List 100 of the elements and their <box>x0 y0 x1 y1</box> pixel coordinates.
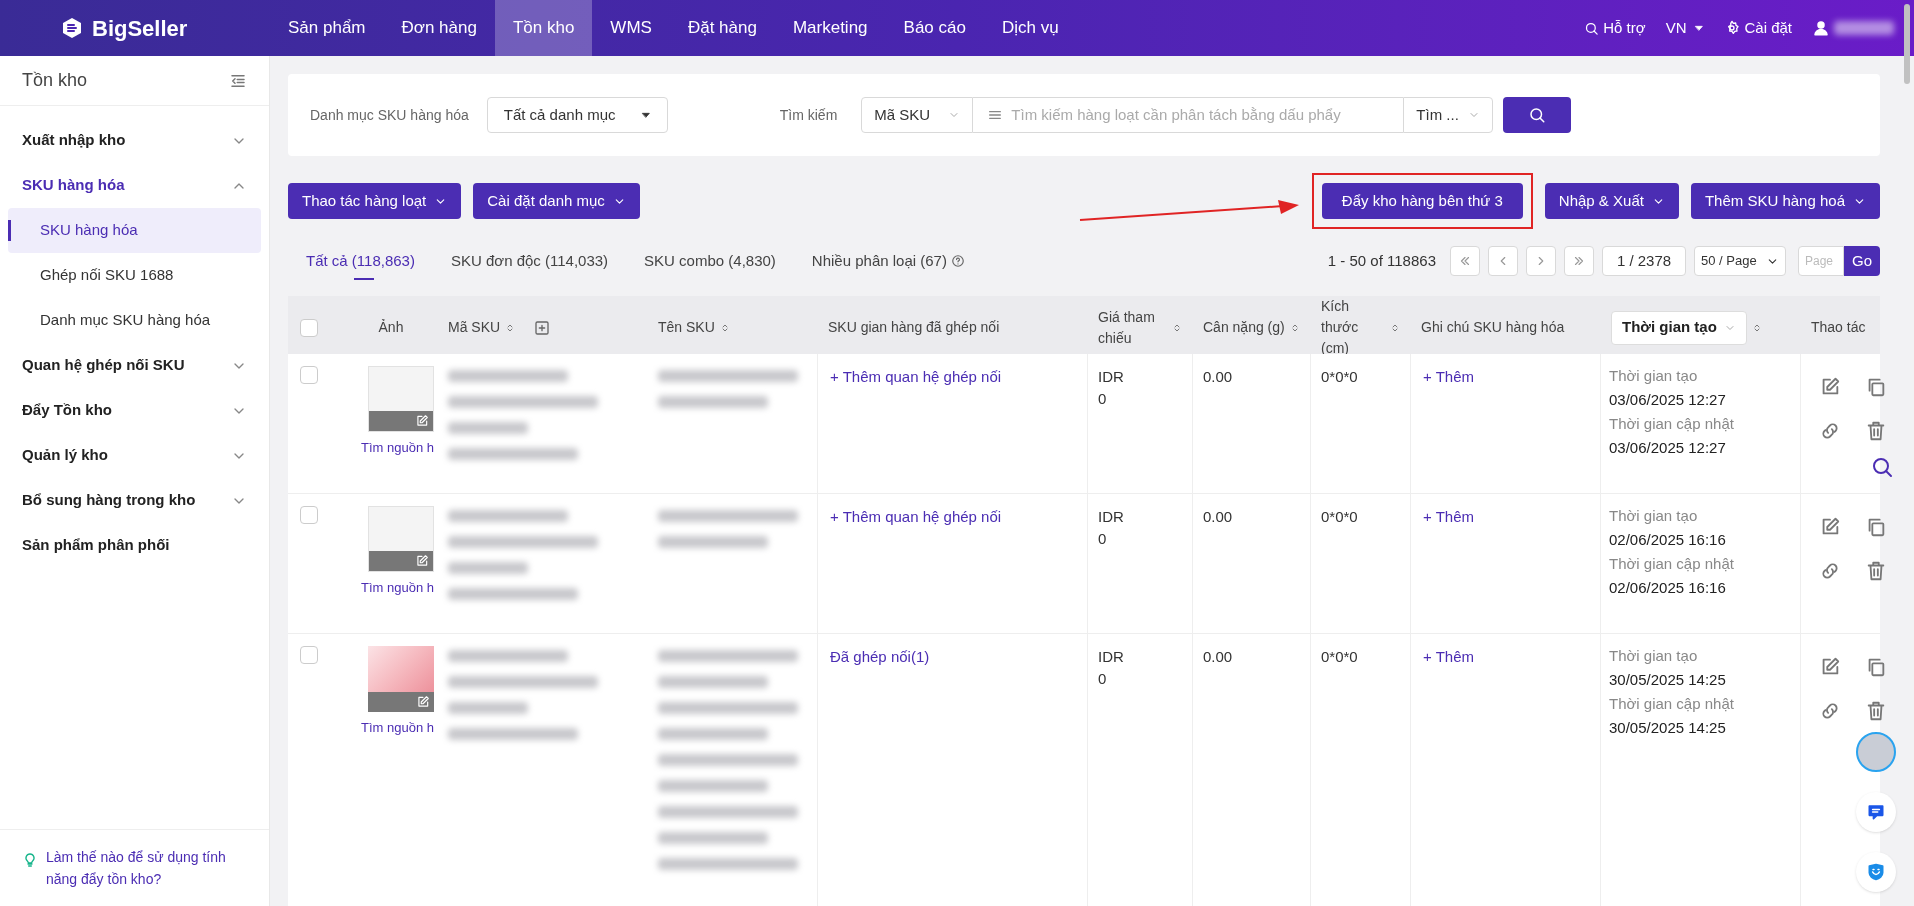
support-button[interactable]: Hỗ trợ <box>1584 16 1646 40</box>
chat-button[interactable] <box>1856 792 1896 832</box>
delete-icon[interactable] <box>1865 560 1887 582</box>
filter-tab[interactable]: SKU combo (4,830) <box>626 234 794 288</box>
delete-icon[interactable] <box>1865 420 1887 442</box>
user-icon[interactable] <box>1812 19 1830 37</box>
weight-text: 0.00 <box>1203 508 1233 525</box>
add-note-link[interactable]: + Thêm <box>1423 648 1474 665</box>
edit-icon <box>416 695 430 709</box>
timestamp: 02/06/2025 16:16 <box>1609 530 1727 550</box>
find-source-link[interactable]: Tìm nguồn h <box>361 718 434 738</box>
find-source-link[interactable]: Tìm nguồn h <box>361 578 434 598</box>
edit-image-bar[interactable] <box>369 411 433 431</box>
timestamp: 30/05/2025 14:25 <box>1609 718 1727 738</box>
pairing-link[interactable]: + Thêm quan hệ ghép nối <box>830 508 1002 525</box>
add-note-link[interactable]: + Thêm <box>1423 508 1474 525</box>
add-column-icon[interactable] <box>534 319 551 336</box>
first-page-button[interactable] <box>1450 246 1480 276</box>
checkbox[interactable] <box>300 506 318 524</box>
caret-icon <box>640 110 651 120</box>
time-label: Thời gian cập nhật <box>1609 554 1735 574</box>
time-label: Thời gian cập nhật <box>1609 414 1735 434</box>
sidebar-group[interactable]: Đẩy Tồn kho <box>8 388 261 433</box>
action-button[interactable]: Cài đặt danh mục <box>473 183 640 219</box>
price-text: 0 <box>1098 669 1108 689</box>
time-label: Thời gian tạo <box>1609 366 1699 386</box>
search-mode-dropdown[interactable]: Tìm ... <box>1403 97 1494 133</box>
checkbox[interactable] <box>300 646 318 664</box>
category-dropdown[interactable]: Tất cả danh mục <box>486 97 668 133</box>
column-header: Cân nặng (g) <box>1203 318 1285 337</box>
action-button[interactable]: Thêm SKU hàng hoá <box>1690 183 1880 219</box>
last-page-icon <box>1572 254 1586 268</box>
page-size-dropdown[interactable]: 50 / Page <box>1694 246 1786 276</box>
time-label: Thời gian cập nhật <box>1609 694 1735 714</box>
avatar[interactable] <box>1856 732 1896 772</box>
sidebar-group[interactable]: Quan hệ ghép nối SKU <box>8 343 261 388</box>
edit-icon <box>415 414 429 428</box>
page-input[interactable]: Page <box>1798 246 1844 276</box>
nav-tab[interactable]: Đơn hàng <box>383 0 495 56</box>
sidebar-group[interactable]: Sản phẩm phân phối <box>8 523 261 568</box>
column-header: Mã SKU <box>448 318 501 337</box>
size-text: 0*0*0 <box>1321 508 1358 525</box>
first-page-icon <box>1458 254 1472 268</box>
edit-image-bar[interactable] <box>369 551 433 571</box>
edit-image-bar[interactable] <box>368 692 434 712</box>
sidebar-item[interactable]: Ghép nối SKU 1688 <box>8 253 261 298</box>
filter-label: Danh mục SKU hàng hóa <box>310 105 469 125</box>
search-type-dropdown[interactable]: Mã SKU <box>861 97 974 133</box>
price-text: 0 <box>1098 389 1108 409</box>
pairing-link[interactable]: Đã ghép nối(1) <box>830 648 930 665</box>
nav-tab[interactable]: Đặt hàng <box>669 0 775 56</box>
checkbox[interactable] <box>300 366 318 384</box>
delete-icon[interactable] <box>1865 700 1887 722</box>
add-note-link[interactable]: + Thêm <box>1423 368 1474 385</box>
last-page-button[interactable] <box>1564 246 1594 276</box>
action-button[interactable]: Nhập & Xuất <box>1544 183 1679 219</box>
checkbox[interactable] <box>300 318 318 337</box>
find-source-link[interactable]: Tìm nguồn h <box>361 438 434 458</box>
nav-tab[interactable]: WMS <box>592 0 670 56</box>
assistant-button[interactable] <box>1856 852 1896 892</box>
scrollbar-thumb[interactable] <box>1904 4 1910 84</box>
nav-tab[interactable]: Báo cáo <box>885 0 984 56</box>
search-button[interactable] <box>1503 97 1572 133</box>
redacted-username <box>1834 21 1894 35</box>
sidebar-group[interactable]: Xuất nhập kho <box>8 118 261 163</box>
smile-icon <box>1866 862 1886 882</box>
search-field[interactable]: Tìm kiếm hàng loạt cần phân tách bằng dấu phẩy <box>973 97 1404 133</box>
filter-label: Tìm kiếm <box>779 105 838 125</box>
time-label: Thời gian tạo <box>1609 646 1699 666</box>
nav-tab[interactable]: Sản phẩm <box>270 0 384 56</box>
timestamp: 03/06/2025 12:27 <box>1609 438 1727 458</box>
logo-text: BigSeller <box>92 14 188 43</box>
column-header: Thao tác <box>1811 318 1866 337</box>
search-icon[interactable] <box>1870 455 1894 479</box>
sort-field-dropdown[interactable]: Thời gian tạo <box>1611 310 1747 345</box>
filter-tab[interactable]: SKU đơn độc (114,033) <box>432 234 627 288</box>
column-header: Giá tham chiếu <box>1098 307 1156 348</box>
currency-text: IDR <box>1098 507 1125 527</box>
help-link[interactable]: Làm thế nào để sử dụng tính năng đẩy tồn kho? <box>46 846 247 890</box>
push-warehouse-button[interactable]: Đẩy kho hàng bên thứ 3 <box>1321 183 1523 219</box>
nav-tab[interactable]: Marketing <box>774 0 886 56</box>
settings-button[interactable]: Cài đặt <box>1724 16 1792 40</box>
filter-tab[interactable]: Tất cả (118,863) <box>288 234 433 288</box>
go-button[interactable]: Go <box>1844 246 1880 276</box>
filter-tab[interactable]: Nhiều phân loại (67) <box>793 234 983 288</box>
sidebar-item[interactable]: Danh mục SKU hàng hóa <box>8 298 261 343</box>
nav-tab[interactable]: Dịch vụ <box>983 0 1077 56</box>
timestamp: 03/06/2025 12:27 <box>1609 390 1727 410</box>
language-dropdown[interactable]: VN <box>1665 16 1705 40</box>
sidebar-item[interactable]: SKU hàng hóa <box>8 208 261 253</box>
sidebar-group[interactable]: SKU hàng hóa <box>8 163 261 208</box>
sidebar-title: Tồn kho <box>22 69 88 92</box>
pairing-link[interactable]: + Thêm quan hệ ghép nối <box>830 368 1002 385</box>
page-range: 1 - 50 of 118863 <box>1327 250 1436 271</box>
time-label: Thời gian tạo <box>1609 506 1699 526</box>
nav-tab[interactable]: Tồn kho <box>494 0 593 56</box>
action-button[interactable]: Thao tác hàng loạt <box>288 183 462 219</box>
edit-icon <box>415 554 429 568</box>
sidebar-group[interactable]: Bổ sung hàng trong kho <box>8 478 261 523</box>
sidebar-group[interactable]: Quản lý kho <box>8 433 261 478</box>
